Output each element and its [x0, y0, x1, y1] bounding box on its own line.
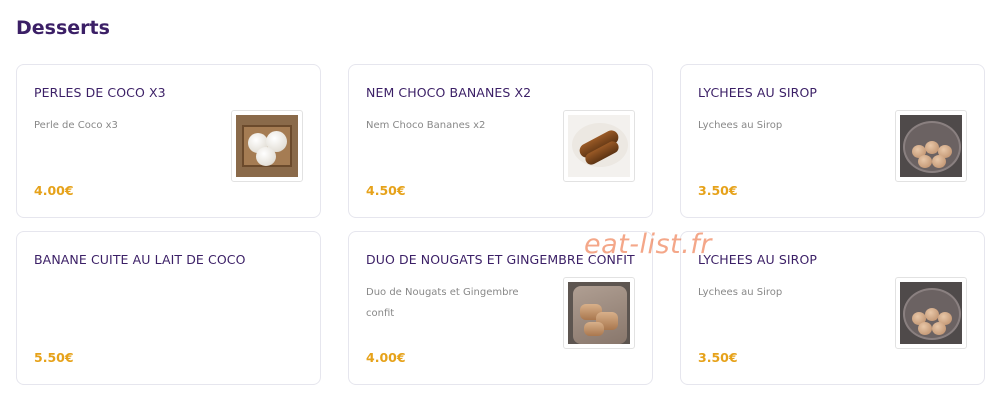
- coconut-pearls-image: [236, 115, 298, 177]
- item-name: NEM CHOCO BANANES X2: [366, 85, 532, 100]
- lychees-image: [900, 282, 962, 344]
- item-image[interactable]: [563, 110, 635, 182]
- item-price: 4.50€: [366, 183, 406, 198]
- lychees-image: [900, 115, 962, 177]
- item-description: Lychees au Sirop: [698, 120, 783, 131]
- item-name: LYCHEES AU SIROP: [698, 252, 818, 267]
- item-image[interactable]: [231, 110, 303, 182]
- item-description: Perle de Coco x3: [34, 120, 118, 131]
- item-name: BANANE CUITE AU LAIT DE COCO: [34, 252, 246, 267]
- item-image[interactable]: [895, 277, 967, 349]
- item-price: 4.00€: [34, 183, 74, 198]
- watermark: eat-list.fr: [584, 229, 712, 260]
- item-description: Duo de Nougats et Gingembre confit: [366, 287, 519, 319]
- item-price: 5.50€: [34, 350, 74, 365]
- item-price: 3.50€: [698, 350, 738, 365]
- menu-item-card[interactable]: LYCHEES AU SIROP Lychees au Sirop 3.50€: [680, 231, 985, 385]
- item-price: 3.50€: [698, 183, 738, 198]
- menu-item-card[interactable]: LYCHEES AU SIROP Lychees au Sirop 3.50€: [680, 64, 985, 218]
- menu-item-card[interactable]: BANANE CUITE AU LAIT DE COCO 5.50€: [16, 231, 321, 385]
- dessert-grid: PERLES DE COCO X3 Perle de Coco x3 4.00€…: [16, 64, 986, 386]
- item-image[interactable]: [563, 277, 635, 349]
- nougats-image: [568, 282, 630, 344]
- menu-item-card[interactable]: PERLES DE COCO X3 Perle de Coco x3 4.00€: [16, 64, 321, 218]
- item-image[interactable]: [895, 110, 967, 182]
- item-price: 4.00€: [366, 350, 406, 365]
- section-title: Desserts: [16, 17, 110, 39]
- item-description: Nem Choco Bananes x2: [366, 120, 486, 131]
- choco-banana-nem-image: [568, 115, 630, 177]
- item-description: Lychees au Sirop: [698, 287, 783, 298]
- menu-item-card[interactable]: NEM CHOCO BANANES X2 Nem Choco Bananes x…: [348, 64, 653, 218]
- item-name: LYCHEES AU SIROP: [698, 85, 818, 100]
- item-name: PERLES DE COCO X3: [34, 85, 166, 100]
